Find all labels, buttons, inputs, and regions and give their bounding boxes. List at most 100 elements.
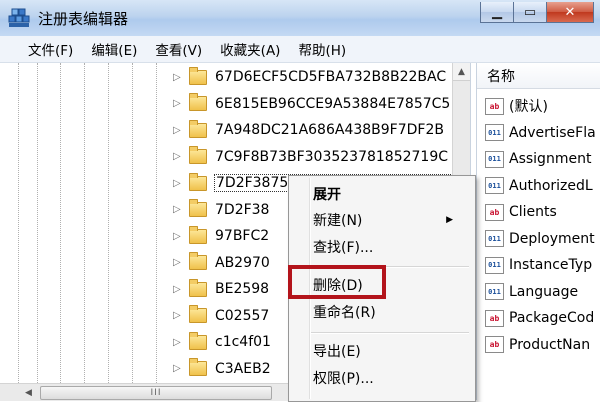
expand-arrow-icon[interactable]: ▷ (173, 204, 185, 215)
tree-guide-line (60, 63, 61, 383)
maximize-button[interactable]: ▭ (514, 2, 547, 23)
submenu-arrow-icon: ▶ (446, 215, 453, 225)
folder-icon (189, 199, 207, 217)
menu-item-export[interactable]: 导出(E) (313, 339, 463, 363)
tree-guide-line (108, 63, 109, 383)
binary-icon: 011 (485, 150, 504, 168)
value-name: Assignment (509, 151, 592, 167)
value-name: Deployment (509, 230, 595, 247)
column-header-name[interactable]: 名称 (477, 63, 600, 89)
tree-guide-line (84, 63, 85, 383)
tree-key-label: 7D2F38 (215, 201, 270, 218)
folder-icon (189, 172, 207, 191)
binary-icon: 011 (485, 283, 504, 300)
title-bar: 注册表编辑器 ▁ ▭ ✕ (0, 0, 600, 37)
binary-icon: 011 (485, 230, 504, 247)
tree-key-label: AB2970 (215, 254, 270, 271)
value-name: Clients (509, 204, 557, 220)
expand-arrow-icon[interactable]: ▷ (173, 72, 185, 83)
ab-icon: ab (485, 203, 504, 221)
minimize-button[interactable]: ▁ (480, 2, 514, 23)
expand-arrow-icon[interactable]: ▷ (173, 178, 185, 189)
value-row[interactable]: 011 AdvertiseFla (485, 120, 600, 146)
folder-icon (189, 278, 207, 297)
menu-item-rename[interactable]: 重命名(R) (313, 300, 463, 324)
close-button[interactable]: ✕ (547, 2, 594, 23)
folder-icon (189, 305, 207, 323)
expand-arrow-icon[interactable]: ▷ (173, 151, 185, 162)
expand-arrow-icon[interactable]: ▷ (173, 98, 185, 109)
tree-key-label: 7C9F8B73BF303523781852719C (215, 148, 449, 165)
expand-arrow-icon[interactable]: ▷ (173, 363, 185, 374)
menu-item-find[interactable]: 查找(F)... (313, 235, 463, 259)
tree-guide-line (18, 63, 19, 383)
tree-key-label: 6E815EB96CCE9A53884E7857C5 (215, 95, 451, 112)
value-row[interactable]: 011 Assignment (485, 146, 600, 172)
menu-edit[interactable]: 编辑(E) (82, 39, 146, 59)
expand-arrow-icon[interactable]: ▷ (173, 284, 185, 295)
value-row[interactable]: 011 InstanceTyp (485, 252, 600, 278)
tree-key-label: BE2598 (215, 281, 270, 297)
value-name: PackageCod (509, 310, 595, 326)
value-row[interactable]: ab Clients (485, 199, 600, 225)
expand-arrow-icon[interactable]: ▷ (173, 337, 185, 348)
menu-item-expand[interactable]: 展开 (313, 182, 463, 206)
menu-item-new-label: 新建(N) (313, 213, 363, 229)
tree-key-label: 67D6ECF5CD5FBA732B8B22BAC (215, 69, 447, 85)
window-title: 注册表编辑器 (38, 10, 129, 28)
tree-key-label: 97BFC2 (215, 228, 270, 244)
tree-key-label: c1c4f01 (215, 334, 271, 350)
menu-separator (311, 332, 469, 334)
folder-icon (189, 119, 207, 138)
tree-key-row[interactable]: ▷ 7A948DC21A686A438B9F7DF2B (173, 117, 463, 143)
folder-icon (189, 252, 207, 270)
tree-key-label: 7A948DC21A686A438B9F7DF2B (215, 122, 444, 138)
window-controls: ▁ ▭ ✕ (480, 2, 594, 24)
folder-icon (189, 358, 207, 376)
tree-key-row[interactable]: ▷ 6E815EB96CCE9A53884E7857C5 (173, 91, 463, 117)
scroll-up-arrow-icon[interactable]: ▲ (453, 63, 470, 81)
value-name: AuthorizedL (509, 177, 593, 194)
expand-arrow-icon[interactable]: ▷ (173, 257, 185, 268)
expand-arrow-icon[interactable]: ▷ (173, 231, 185, 242)
binary-icon: 011 (485, 124, 504, 141)
menu-view[interactable]: 查看(V) (146, 39, 211, 59)
binary-icon: 011 (485, 177, 504, 194)
tree-guide-line (132, 63, 133, 383)
menu-item-new[interactable]: 新建(N) ▶ (313, 208, 463, 232)
ab-icon: ab (485, 309, 504, 327)
menu-help[interactable]: 帮助(H) (289, 39, 355, 59)
value-row[interactable]: ab (默认) (485, 93, 600, 119)
tree-key-row[interactable]: ▷ 7C9F8B73BF303523781852719C (173, 144, 463, 170)
folder-icon (189, 93, 207, 111)
value-row[interactable]: 011 AuthorizedL (485, 173, 600, 199)
value-row[interactable]: ab PackageCod (485, 305, 600, 331)
scroll-left-arrow-icon[interactable]: ◀ (20, 384, 37, 401)
menu-file[interactable]: 文件(F) (0, 39, 82, 59)
tree-guide-line (156, 63, 157, 383)
delete-highlight-box (288, 265, 386, 299)
menu-item-permissions[interactable]: 权限(P)... (313, 366, 463, 390)
expand-arrow-icon[interactable]: ▷ (173, 310, 185, 321)
scrollbar-thumb[interactable]: III (40, 386, 272, 400)
value-row[interactable]: 011 Language (485, 279, 600, 305)
value-name: ProductNan (509, 336, 591, 353)
value-row[interactable]: 011 Deployment (485, 226, 600, 252)
folder-icon (189, 66, 207, 85)
value-name: (默认) (509, 99, 548, 115)
menu-favorites[interactable]: 收藏夹(A) (211, 39, 289, 59)
tree-key-label: C3AEB2 (215, 360, 271, 377)
binary-icon: 011 (485, 256, 504, 274)
tree-key-row[interactable]: ▷ 67D6ECF5CD5FBA732B8B22BAC (173, 64, 463, 90)
registry-values-list[interactable]: 名称 ab (默认) 011 AdvertiseFla 011 Assignment 011… (476, 63, 600, 400)
registry-editor-icon (8, 8, 30, 27)
tree-guide-line (37, 63, 38, 383)
tree-key-label: C02557 (215, 307, 270, 324)
value-name: InstanceTyp (509, 257, 593, 273)
value-row[interactable]: ab ProductNan (485, 332, 600, 358)
folder-icon (189, 225, 207, 244)
expand-arrow-icon[interactable]: ▷ (173, 125, 185, 136)
value-name: Language (509, 283, 579, 300)
folder-icon (189, 146, 207, 164)
ab-icon: ab (485, 97, 504, 115)
